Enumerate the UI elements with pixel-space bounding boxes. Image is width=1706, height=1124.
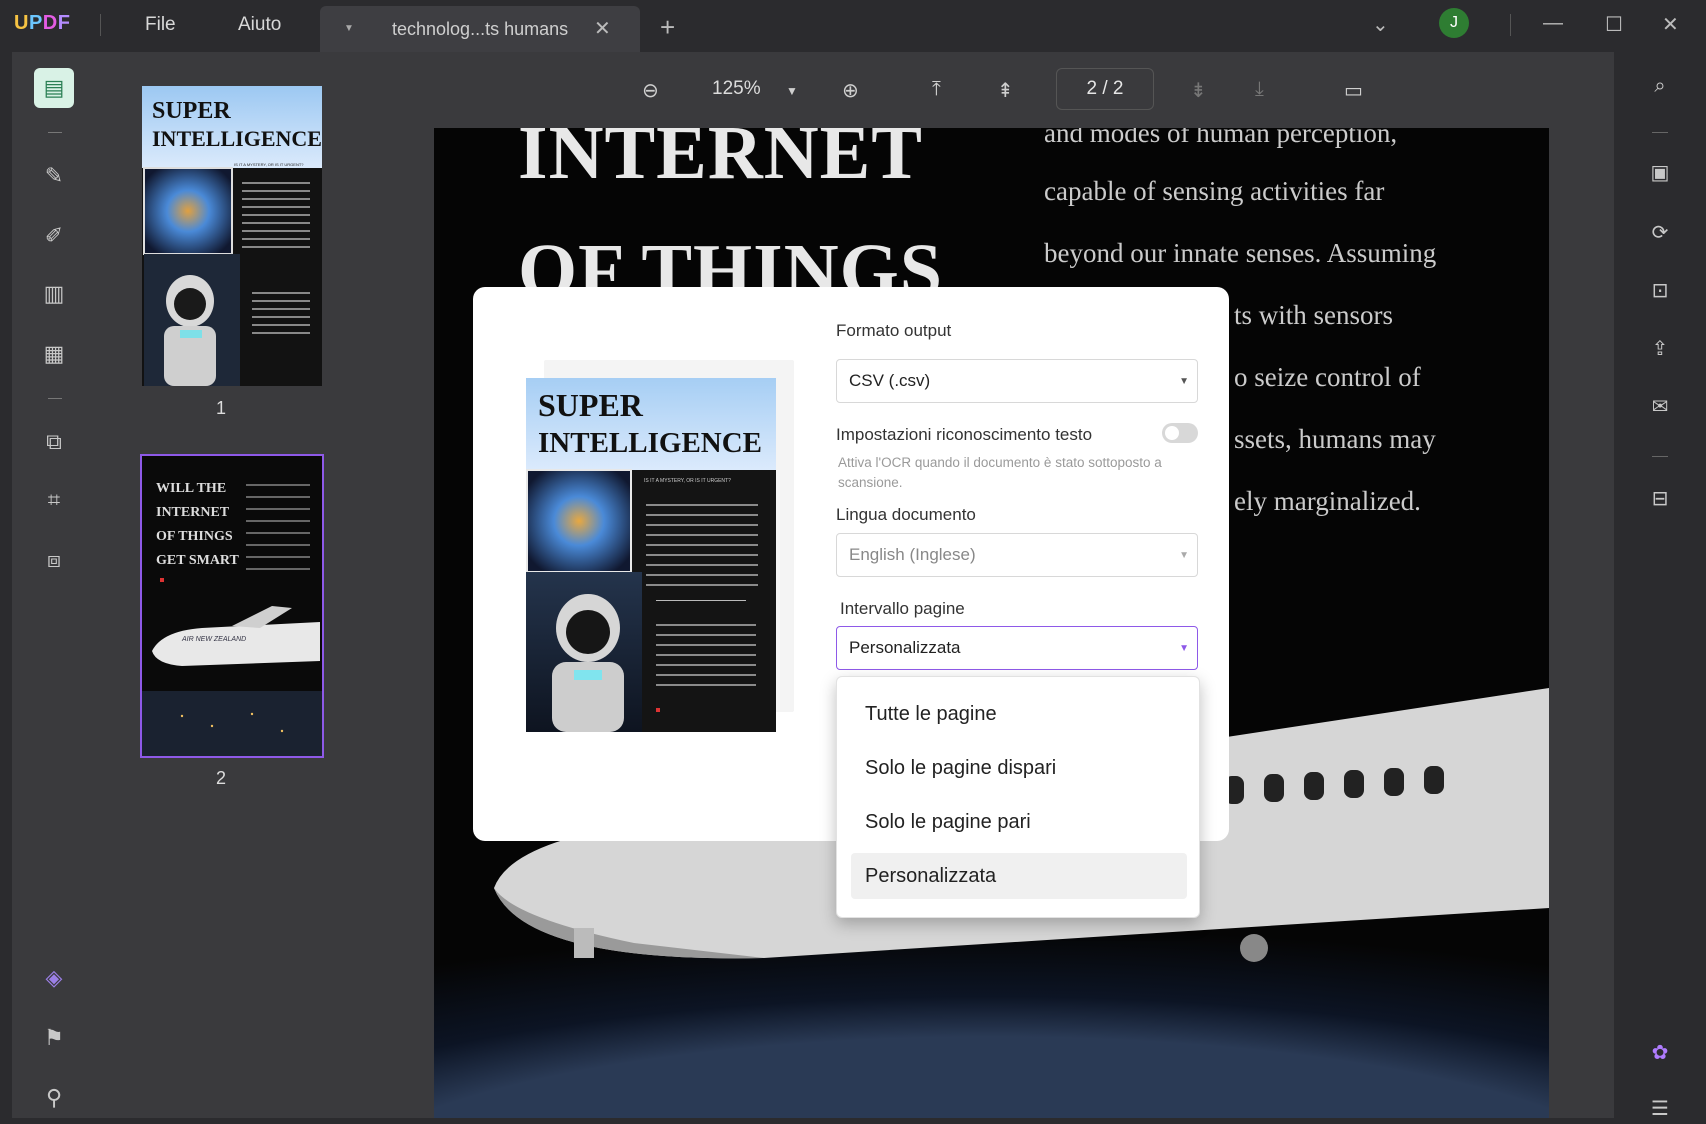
reader-icon[interactable]: ▤ [34,68,74,108]
left-toolbar: ▤ ✎ ✐ ▥ ▦ ⧉ ⌗ ⧈ ◈ ⚑ ⚲ [12,52,96,1118]
divider [48,398,62,399]
total-pages: 2 [1112,78,1124,99]
option-all-pages[interactable]: Tutte le pagine [851,691,1187,737]
presentation-icon[interactable]: ▭ [1344,78,1363,103]
protect-icon[interactable]: ⊡ [1644,274,1676,306]
chevron-down-icon[interactable]: ⌄ [1372,12,1389,37]
thumbnail-label-2: 2 [216,768,227,788]
chevron-down-icon: ▼ [1179,643,1189,654]
divider [100,14,101,36]
page-separator: / [1102,78,1108,99]
page-2-preview: WILL THE INTERNET OF THINGS GET SMART AI… [142,456,322,756]
document-language-value: English (Inglese) [849,545,976,564]
crop-icon[interactable]: ⌗ [34,480,74,520]
divider [1510,14,1511,36]
ocr-hint: Attiva l'OCR quando il documento è stato… [838,455,1162,490]
svg-text:INTERNET: INTERNET [156,505,230,520]
thumbnail-panel: SUPER INTELLIGENCE IS IT A MYSTERY, OR I… [96,52,402,1118]
divider [1652,456,1668,457]
zoom-in-icon[interactable]: ⊕ [842,78,859,103]
first-page-icon[interactable]: ⤒ [932,78,941,101]
tab-title: technolog...ts humans [392,19,569,39]
search-icon[interactable]: ⌕ [1644,70,1676,102]
maximize-icon[interactable]: ☐ [1605,12,1623,37]
form-icon[interactable]: ▦ [34,334,74,374]
right-toolbar: ⌕ ▣ ⟳ ⊡ ⇪ ✉ ⊟ ✿ ☰ [1614,52,1706,1120]
document-tab[interactable]: ▼ technolog...ts humans ✕ [320,6,640,52]
ocr-icon[interactable]: ▣ [1644,156,1676,188]
ai-assistant-icon[interactable]: ✿ [1644,1036,1676,1068]
title-bar: UPDF File Aiuto ▼ technolog...ts humans … [0,0,1706,52]
svg-text:INTELLIGENCE: INTELLIGENCE [538,427,762,459]
previous-page-icon[interactable]: ⇞ [997,78,1014,103]
option-odd-pages[interactable]: Solo le pagine dispari [851,745,1187,791]
toggle-knob [1165,426,1179,440]
document-language-select[interactable]: English (Inglese) ▼ [836,533,1198,577]
page-thumbnail-1[interactable]: SUPER INTELLIGENCE IS IT A MYSTERY, OR I… [142,86,322,386]
avatar[interactable]: J [1439,8,1469,38]
current-page: 2 [1086,78,1098,99]
chevron-down-icon: ▼ [1179,376,1189,387]
layers-icon[interactable]: ◈ [34,958,74,998]
page-range-value: Personalizzata [849,638,961,657]
zoom-dropdown-icon[interactable]: ▼ [786,84,798,98]
edit-pdf-icon[interactable]: ✐ [34,216,74,256]
save-icon[interactable]: ⊟ [1644,482,1676,514]
svg-text:OF THINGS: OF THINGS [156,529,233,544]
svg-text:AIR NEW ZEALAND: AIR NEW ZEALAND [181,636,246,643]
divider [1652,132,1668,133]
output-format-select[interactable]: CSV (.csv) ▼ [836,359,1198,403]
svg-text:IS IT A MYSTERY, OR IS IT URGE: IS IT A MYSTERY, OR IS IT URGENT? [234,162,304,167]
preview-image: SUPER INTELLIGENCE IS IT A MYSTERY, OR I… [526,378,776,732]
page-range-dropdown: Tutte le pagine Solo le pagine dispari S… [836,676,1200,918]
zoom-out-icon[interactable]: ⊖ [642,78,659,103]
zoom-level[interactable]: 125% [712,78,761,100]
menu-help[interactable]: Aiuto [238,14,281,36]
email-icon[interactable]: ✉ [1644,390,1676,422]
stamp-icon[interactable]: ⧈ [34,540,74,580]
ocr-toggle[interactable] [1162,423,1198,443]
page-indicator[interactable]: 2 / 2 [1056,68,1154,110]
close-tab-icon[interactable]: ✕ [594,16,611,41]
menu-file[interactable]: File [145,14,176,36]
new-tab-icon[interactable]: + [660,12,675,43]
thumbnail-label-1: 1 [216,398,227,418]
divider [48,132,62,133]
document-preview: SUPER INTELLIGENCE IS IT A MYSTERY, OR I… [526,378,776,732]
output-format-value: CSV (.csv) [849,371,931,390]
page-1-preview: SUPER INTELLIGENCE IS IT A MYSTERY, OR I… [142,86,322,386]
share-icon[interactable]: ⇪ [1644,332,1676,364]
svg-text:INTELLIGENCE: INTELLIGENCE [152,126,322,151]
page-tools-icon[interactable]: ⧉ [34,422,74,462]
comment-icon[interactable]: ✎ [34,156,74,196]
svg-text:IS IT A MYSTERY, OR IS IT URGE: IS IT A MYSTERY, OR IS IT URGENT? [644,478,731,484]
comments-panel-icon[interactable]: ☰ [1644,1092,1676,1124]
page-thumbnail-2[interactable]: WILL THE INTERNET OF THINGS GET SMART AI… [140,454,324,758]
chevron-down-icon: ▼ [1179,550,1189,561]
document-language-label: Lingua documento [836,505,976,524]
page-range-select[interactable]: Personalizzata ▼ [836,626,1198,670]
tab-dropdown-icon[interactable]: ▼ [344,23,354,34]
page-range-label: Intervallo pagine [840,599,965,618]
svg-text:SUPER: SUPER [538,387,644,423]
svg-text:GET SMART: GET SMART [156,553,240,568]
option-custom[interactable]: Personalizzata [851,853,1187,899]
organize-pages-icon[interactable]: ▥ [34,274,74,314]
svg-text:SUPER: SUPER [152,98,231,124]
close-window-icon[interactable]: ✕ [1662,12,1679,37]
option-even-pages[interactable]: Solo le pagine pari [851,799,1187,845]
last-page-icon[interactable]: ⤓ [1255,78,1264,101]
output-format-label: Formato output [836,321,952,340]
ocr-settings-label: Impostazioni riconoscimento testo [836,425,1093,444]
next-page-icon[interactable]: ⇟ [1190,78,1207,103]
app-logo: UPDF [14,12,71,34]
attachment-icon[interactable]: ⚲ [34,1078,74,1118]
svg-text:WILL THE: WILL THE [156,481,226,496]
bookmark-icon[interactable]: ⚑ [34,1018,74,1058]
convert-icon[interactable]: ⟳ [1644,216,1676,248]
minimize-icon[interactable]: — [1543,12,1563,35]
